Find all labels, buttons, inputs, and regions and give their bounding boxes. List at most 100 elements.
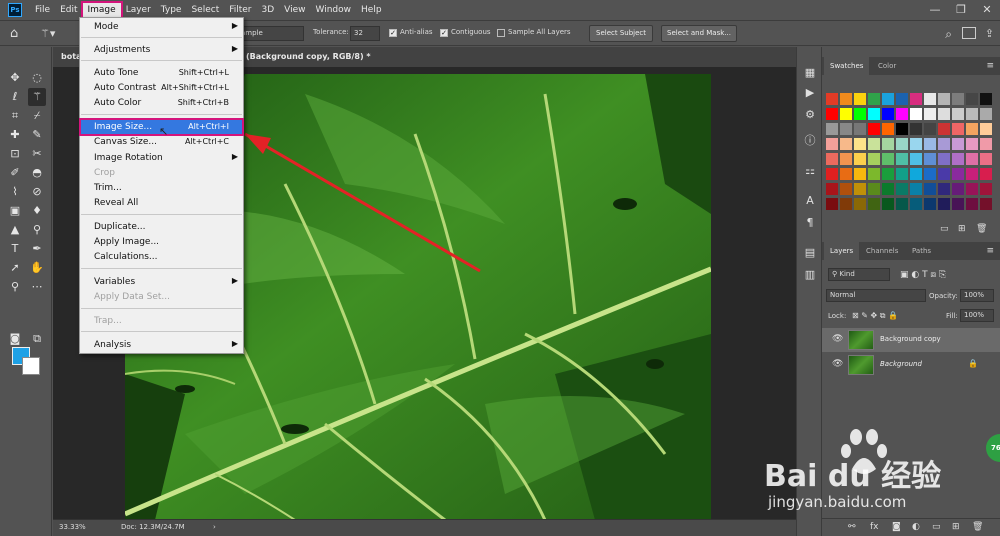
- color-swatch[interactable]: [938, 198, 950, 210]
- lasso-tool-icon[interactable]: ℓ: [6, 88, 24, 106]
- libraries-icon[interactable]: ▤: [802, 245, 818, 261]
- magic-wand-tool-preset-icon[interactable]: ⚚▾: [40, 27, 62, 40]
- color-swatch[interactable]: [952, 153, 964, 165]
- color-swatch[interactable]: [952, 93, 964, 105]
- tab-title[interactable]: (Background copy, RGB/8) *: [246, 47, 371, 67]
- antialias-checkbox[interactable]: ✓: [389, 29, 397, 37]
- color-swatch[interactable]: [966, 198, 978, 210]
- sample-size-select[interactable]: ample: [236, 26, 304, 41]
- color-swatch[interactable]: [896, 123, 908, 135]
- color-swatch[interactable]: [910, 183, 922, 195]
- color-swatch[interactable]: [868, 168, 880, 180]
- menu-item-auto-contrast[interactable]: Auto Contrast Alt+Shift+Ctrl+L: [81, 81, 242, 95]
- color-swatch[interactable]: [896, 138, 908, 150]
- menu-layer[interactable]: Layer: [121, 3, 156, 17]
- home-icon[interactable]: ⌂: [10, 26, 30, 41]
- menu-item-variables[interactable]: Variables ▶: [81, 275, 242, 289]
- menu-item-image-rotation[interactable]: Image Rotation ▶: [81, 151, 242, 165]
- color-swatch[interactable]: [910, 138, 922, 150]
- color-swatch[interactable]: [938, 168, 950, 180]
- pen-tool-icon[interactable]: ✒: [28, 240, 46, 258]
- color-swatch[interactable]: [854, 138, 866, 150]
- color-swatch[interactable]: [924, 183, 936, 195]
- color-swatch[interactable]: [882, 123, 894, 135]
- eraser-tool-icon[interactable]: ✐: [6, 164, 24, 182]
- color-swatch[interactable]: [868, 138, 880, 150]
- color-swatch[interactable]: [840, 93, 852, 105]
- color-swatch[interactable]: [840, 138, 852, 150]
- menu-item-trim[interactable]: Trim...: [81, 181, 242, 195]
- tab-channels[interactable]: Channels: [860, 242, 904, 260]
- hand-tool-icon[interactable]: ✋: [28, 259, 46, 277]
- marquee-tool-icon[interactable]: ◌: [28, 69, 46, 87]
- color-swatch[interactable]: [896, 153, 908, 165]
- new-group-icon[interactable]: ▭: [940, 224, 949, 234]
- minimize-icon[interactable]: —: [922, 0, 948, 20]
- blend-mode-select[interactable]: Normal: [826, 289, 926, 302]
- menu-file[interactable]: File: [30, 3, 55, 17]
- color-swatch[interactable]: [896, 108, 908, 120]
- history-icon[interactable]: ▦: [802, 65, 818, 81]
- color-swatch[interactable]: [826, 198, 838, 210]
- color-swatch[interactable]: [840, 108, 852, 120]
- color-swatch[interactable]: [938, 123, 950, 135]
- tab-paths[interactable]: Paths: [906, 242, 937, 260]
- history-brush-tool-icon[interactable]: ✂: [28, 145, 46, 163]
- color-swatch[interactable]: [882, 168, 894, 180]
- color-swatch[interactable]: [854, 153, 866, 165]
- tab-layers[interactable]: Layers: [824, 242, 860, 260]
- menu-item-duplicate[interactable]: Duplicate...: [81, 220, 242, 234]
- color-swatch[interactable]: [826, 123, 838, 135]
- more-tools-icon[interactable]: ⋯: [28, 278, 46, 296]
- color-swatch[interactable]: [938, 138, 950, 150]
- delete-swatch-icon[interactable]: 🗑: [976, 224, 987, 234]
- color-swatch[interactable]: [980, 108, 992, 120]
- menu-edit[interactable]: Edit: [55, 3, 82, 17]
- color-swatch[interactable]: [854, 168, 866, 180]
- layer-row-background[interactable]: 👁 Background 🔒: [822, 353, 1000, 377]
- color-swatch[interactable]: [882, 198, 894, 210]
- color-swatch[interactable]: [910, 93, 922, 105]
- character-icon[interactable]: A: [802, 193, 818, 209]
- color-swatch[interactable]: [910, 153, 922, 165]
- blur-tool-icon[interactable]: ⌇: [6, 183, 24, 201]
- screen-mode-icon[interactable]: ⧉: [28, 330, 46, 348]
- color-swatch[interactable]: [882, 153, 894, 165]
- color-swatch[interactable]: [854, 123, 866, 135]
- color-swatch[interactable]: [966, 123, 978, 135]
- select-subject-button[interactable]: Select Subject: [589, 25, 653, 42]
- panel-menu-icon[interactable]: ≡: [986, 61, 994, 71]
- lock-options-icon[interactable]: ⊠ ✎ ✥ ⧉ 🔒: [852, 311, 898, 321]
- color-swatch[interactable]: [952, 168, 964, 180]
- eyedropper-tool-icon[interactable]: ⌿: [28, 107, 46, 125]
- color-swatch[interactable]: [840, 168, 852, 180]
- tolerance-input[interactable]: 32: [350, 26, 380, 41]
- magic-wand-tool-icon[interactable]: ⚚: [28, 88, 46, 106]
- contiguous-checkbox[interactable]: ✓: [440, 29, 448, 37]
- menu-type[interactable]: Type: [156, 3, 187, 17]
- color-swatch[interactable]: [826, 108, 838, 120]
- color-swatch[interactable]: [924, 123, 936, 135]
- layer-row-background-copy[interactable]: 👁 Background copy: [822, 328, 1000, 352]
- fill-input[interactable]: 100%: [960, 309, 994, 322]
- menu-filter[interactable]: Filter: [224, 3, 256, 17]
- color-swatch[interactable]: [952, 198, 964, 210]
- color-swatch[interactable]: [826, 153, 838, 165]
- color-swatch[interactable]: [938, 183, 950, 195]
- brush-tool-icon[interactable]: ✎: [28, 126, 46, 144]
- menu-item-analysis[interactable]: Analysis ▶: [81, 338, 242, 352]
- smudge-tool-icon[interactable]: ⚲: [28, 221, 46, 239]
- menu-item-reveal-all[interactable]: Reveal All: [81, 196, 242, 210]
- type-tool-icon[interactable]: T: [6, 240, 24, 258]
- color-swatch[interactable]: [840, 198, 852, 210]
- color-swatch[interactable]: [938, 153, 950, 165]
- color-swatch[interactable]: [952, 108, 964, 120]
- color-swatch[interactable]: [924, 168, 936, 180]
- color-swatch[interactable]: [980, 183, 992, 195]
- color-swatch[interactable]: [980, 93, 992, 105]
- color-swatch[interactable]: [854, 198, 866, 210]
- color-swatch[interactable]: [854, 183, 866, 195]
- color-swatch[interactable]: [826, 168, 838, 180]
- color-swatch[interactable]: [868, 93, 880, 105]
- color-swatch[interactable]: [882, 93, 894, 105]
